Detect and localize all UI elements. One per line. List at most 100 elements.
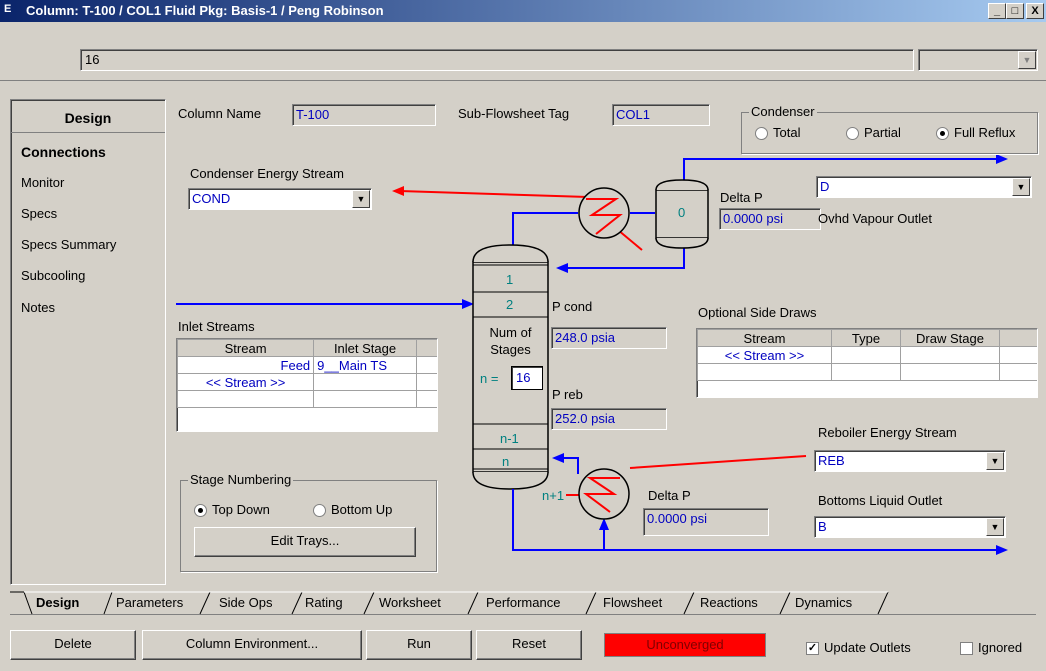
reboiler-energy-label: Reboiler Energy Stream	[818, 425, 957, 440]
top-down-label: Top Down	[212, 502, 270, 517]
delta-p-bottom-value: 0.0000 psi	[647, 511, 707, 526]
ovhd-select[interactable]: D ▼	[816, 176, 1032, 198]
inlet-stream-cell[interactable]: Feed	[177, 356, 315, 374]
col-header-stream: Stream	[697, 329, 832, 347]
add-stream-cell[interactable]: << Stream >>	[177, 373, 315, 391]
column-name-value: T-100	[296, 107, 330, 122]
stage-1: 1	[506, 272, 514, 287]
inlet-streams-table: Stream Inlet Stage Feed 9__Main TS << St…	[176, 338, 438, 432]
ignored-label: Ignored	[978, 640, 1023, 655]
n-eq-label: n =	[480, 371, 499, 386]
add-stream-cell[interactable]: << Stream >>	[697, 346, 832, 364]
condenser-exchanger	[578, 187, 630, 239]
stream-cell[interactable]	[697, 363, 832, 381]
col-header-draw-stage: Draw Stage	[900, 329, 1000, 347]
table-row[interactable]	[697, 363, 1037, 381]
delete-button[interactable]: Delete	[10, 630, 136, 660]
reboiler-stage-number: n+1	[542, 488, 565, 503]
chevron-down-icon[interactable]: ▼	[986, 518, 1004, 536]
draw-stage-cell[interactable]	[900, 346, 1000, 364]
top-down-radio[interactable]: Top Down	[194, 502, 270, 518]
radio-icon	[313, 504, 326, 518]
col-header-type: Type	[831, 329, 901, 347]
subflowsheet-field[interactable]: COL1	[612, 104, 710, 126]
table-row[interactable]: << Stream >>	[177, 373, 437, 391]
ovhd-value: D	[820, 179, 830, 194]
reboiler-energy-select[interactable]: REB ▼	[814, 450, 1006, 472]
inlet-stage-cell[interactable]: 9__Main TS	[313, 356, 417, 374]
condenser-total-radio[interactable]: Total	[755, 125, 801, 141]
condenser-partial-label: Partial	[864, 125, 901, 140]
chevron-down-icon[interactable]: ▼	[1012, 178, 1030, 196]
col-header-blank	[999, 329, 1037, 347]
condenser-energy-value: COND	[192, 191, 231, 206]
delta-p-bottom-field[interactable]: 0.0000 psi	[643, 508, 769, 536]
inlet-stage-cell[interactable]	[313, 390, 417, 408]
col-header-blank	[415, 339, 437, 357]
update-outlets-checkbox[interactable]: ✓ Update Outlets	[806, 640, 911, 656]
condenser-partial-radio[interactable]: Partial	[846, 125, 901, 141]
condenser-fullreflux-radio[interactable]: Full Reflux	[936, 125, 1015, 141]
stage-n: n	[502, 454, 510, 469]
condenser-group-label: Condenser	[749, 104, 817, 119]
col-header-inlet-stage: Inlet Stage	[313, 339, 417, 357]
reboiler-exchanger	[578, 468, 630, 520]
table-row[interactable]: << Stream >>	[697, 346, 1037, 364]
condenser-total-label: Total	[773, 125, 801, 140]
type-cell[interactable]	[831, 346, 901, 364]
inlet-stage-cell[interactable]	[313, 373, 417, 391]
p-cond-label: P cond	[552, 299, 593, 314]
blank-cell	[415, 390, 437, 408]
radio-selected-icon	[194, 504, 207, 518]
table-row[interactable]	[177, 390, 437, 408]
p-cond-value: 248.0 psia	[555, 330, 615, 345]
bottom-up-label: Bottom Up	[331, 502, 393, 517]
column-name-label: Column Name	[178, 106, 262, 121]
reset-button[interactable]: Reset	[476, 630, 582, 660]
p-reb-label: P reb	[552, 387, 583, 402]
type-cell[interactable]	[831, 363, 901, 381]
bottom-up-radio[interactable]: Bottom Up	[313, 502, 393, 518]
col-header-stream: Stream	[177, 339, 315, 357]
subflowsheet-label: Sub-Flowsheet Tag	[458, 106, 570, 121]
table-row[interactable]: Feed 9__Main TS	[177, 356, 437, 374]
condenser-energy-select[interactable]: COND ▼	[188, 188, 372, 210]
stage-2: 2	[506, 297, 514, 312]
p-reb-field[interactable]: 252.0 psia	[551, 408, 667, 430]
bottoms-select[interactable]: B ▼	[814, 516, 1006, 538]
checkbox-icon	[960, 642, 973, 656]
status-badge: Unconverged	[604, 633, 766, 657]
column-environment-button[interactable]: Column Environment...	[142, 630, 362, 660]
blank-cell	[999, 363, 1037, 381]
condenser-energy-label: Condenser Energy Stream	[190, 166, 344, 181]
inlet-stream-cell[interactable]	[177, 390, 315, 408]
run-button[interactable]: Run	[366, 630, 472, 660]
column-name-field[interactable]: T-100	[292, 104, 436, 126]
ovhd-label: Ovhd Vapour Outlet	[818, 211, 932, 226]
radio-selected-icon	[936, 127, 949, 141]
delta-p-top-field[interactable]: 0.0000 psi	[719, 208, 821, 230]
checkmark-icon: ✓	[806, 642, 819, 656]
chevron-down-icon[interactable]: ▼	[352, 190, 370, 208]
condenser-stage-number: 0	[678, 205, 686, 220]
num-stages-value: 16	[516, 370, 531, 385]
table-header: Stream Type Draw Stage	[697, 329, 1037, 347]
reboiler-energy-line	[629, 455, 807, 469]
edit-trays-button[interactable]: Edit Trays...	[194, 527, 416, 557]
tab-outline	[10, 591, 889, 615]
num-stages-label: Num of Stages	[489, 325, 532, 357]
table-header: Stream Inlet Stage	[177, 339, 437, 357]
blank-cell	[415, 373, 437, 391]
blank-cell	[999, 346, 1037, 364]
chevron-down-icon[interactable]: ▼	[986, 452, 1004, 470]
update-outlets-label: Update Outlets	[824, 640, 911, 655]
p-cond-field[interactable]: 248.0 psia	[551, 327, 667, 349]
num-stages-input[interactable]: 16	[511, 366, 543, 390]
ignored-checkbox[interactable]: Ignored	[960, 640, 1023, 656]
delta-p-bottom-label: Delta P	[648, 488, 691, 503]
stage-numbering-group	[180, 480, 437, 572]
draw-stage-cell[interactable]	[900, 363, 1000, 381]
subflowsheet-value: COL1	[616, 107, 650, 122]
bottoms-label: Bottoms Liquid Outlet	[818, 493, 943, 508]
radio-icon	[755, 127, 768, 141]
